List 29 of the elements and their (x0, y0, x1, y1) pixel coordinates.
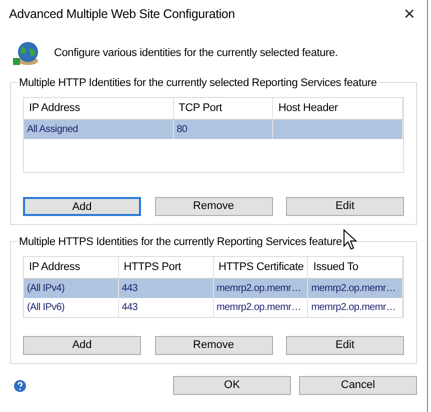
edit-button[interactable]: Edit (286, 336, 404, 355)
cancel-button[interactable]: Cancel (299, 376, 417, 395)
table-cell: 443 (118, 298, 214, 317)
table-row[interactable]: (All IPv4) 443 memrp2.op.memr… memrp2.op.memr… (24, 279, 403, 298)
table-cell: (All IPv6) (24, 298, 119, 317)
globe-icon (12, 40, 40, 66)
close-button[interactable]: × (400, 4, 419, 24)
ok-button[interactable]: OK (173, 376, 291, 395)
table-row[interactable]: (All IPv6) 443 memrp2.op.memr… memrp2.op.memr… (24, 298, 403, 317)
window-title: Advanced Multiple Web Site Configuration (9, 6, 235, 23)
table-cell: All Assigned (24, 120, 174, 139)
table-cell: 443 (118, 279, 214, 298)
intro-text: Configure various identities for the currently selected feature. (54, 46, 338, 61)
table-cell: memrp2.op.memr… (214, 279, 308, 298)
add-button[interactable]: Add (23, 197, 141, 216)
remove-button[interactable]: Remove (154, 197, 272, 216)
table-cell: 80 (174, 120, 274, 139)
mouse-pointer-icon (343, 229, 357, 251)
table-cell: memrp2.op.memr… (308, 279, 403, 298)
table-cell: memrp2.op.memr… (214, 298, 308, 317)
add-button[interactable]: Add (23, 336, 141, 355)
group-legend: Multiple HTTPS Identities for the currently Reporting Services feature (17, 234, 344, 250)
table-cell: (All IPv4) (24, 279, 119, 298)
edit-button[interactable]: Edit (286, 197, 404, 216)
group-legend: Multiple HTTP Identities for the currently selected Reporting Services feature (17, 75, 379, 92)
remove-button[interactable]: Remove (154, 336, 272, 355)
table-cell: memrp2.op.memr… (308, 298, 403, 317)
help-icon[interactable] (14, 380, 26, 392)
table-row[interactable]: All Assigned 80 (24, 120, 403, 139)
